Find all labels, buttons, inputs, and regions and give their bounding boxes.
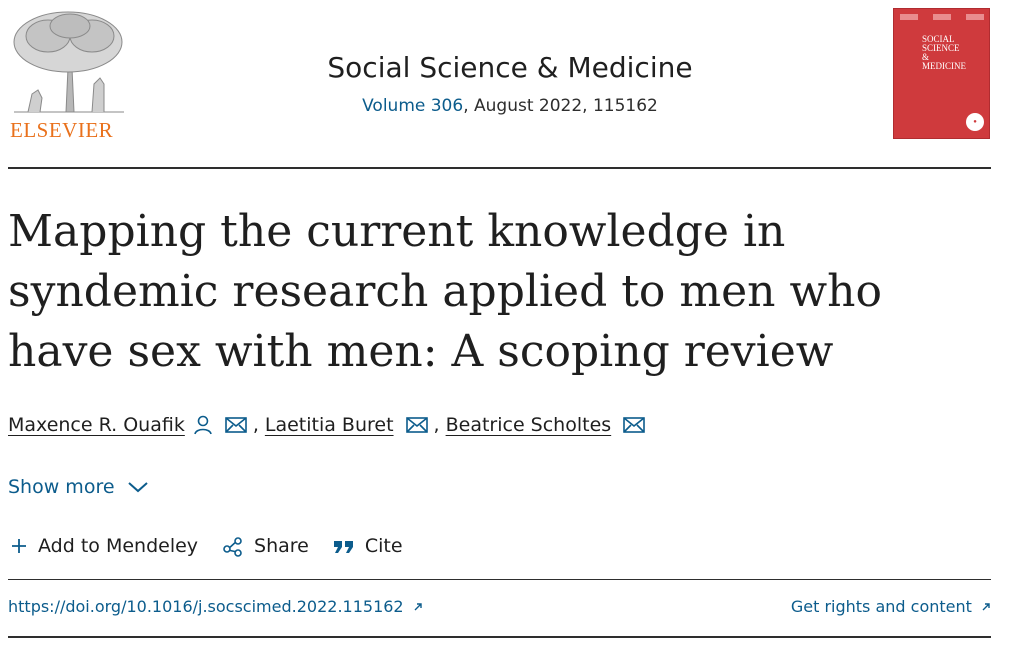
author-separator: ,	[252, 414, 259, 436]
email-icon[interactable]	[405, 417, 428, 433]
external-link-icon	[982, 603, 990, 611]
plus-icon	[12, 539, 26, 553]
header-divider	[8, 167, 991, 169]
author-name-1[interactable]: Maxence R. Ouafik	[8, 414, 185, 436]
rights-link[interactable]: Get rights and content	[791, 597, 991, 616]
cover-badge: ●	[966, 113, 984, 131]
cover-strip	[900, 14, 984, 22]
journal-header: ELSEVIER Social Science & Medicine Volum…	[0, 0, 1011, 168]
publisher-name: ELSEVIER	[10, 118, 114, 142]
doi-link[interactable]: https://doi.org/10.1016/j.socscimed.2022…	[8, 597, 423, 616]
volume-link[interactable]: Volume 306	[362, 96, 463, 116]
show-more-button[interactable]: Show more	[8, 476, 149, 498]
cite-button[interactable]: Cite	[333, 535, 403, 557]
bottom-divider	[8, 636, 991, 638]
doi-text: https://doi.org/10.1016/j.socscimed.2022…	[8, 597, 404, 616]
quote-icon	[333, 541, 353, 553]
person-icon[interactable]	[193, 415, 213, 435]
links-divider	[8, 579, 991, 580]
journal-cover-image[interactable]: SOCIAL SCIENCE & MEDICINE ●	[893, 8, 990, 139]
chevron-down-icon	[127, 482, 148, 493]
issue-details: , August 2022, 115162	[463, 96, 658, 116]
journal-info: Social Science & Medicine Volume 306, Au…	[250, 48, 770, 116]
elsevier-tree-icon	[13, 11, 124, 113]
elsevier-logo[interactable]: ELSEVIER	[8, 8, 130, 142]
article-title: Mapping the current knowledge in syndemi…	[8, 206, 882, 377]
share-button[interactable]: Share	[222, 535, 309, 557]
rights-text: Get rights and content	[790, 597, 972, 616]
show-more-label: Show more	[8, 476, 115, 498]
journal-title[interactable]: Social Science & Medicine	[250, 48, 770, 88]
author-name-2[interactable]: Laetitia Buret	[265, 414, 394, 436]
author-name-3[interactable]: Beatrice Scholtes	[446, 414, 612, 436]
mendeley-label: Add to Mendeley	[38, 535, 199, 557]
article-actions: Add to Mendeley Share Cite	[10, 535, 427, 557]
email-icon[interactable]	[225, 417, 247, 433]
author-separator: ,	[433, 414, 440, 436]
cite-label: Cite	[364, 535, 403, 557]
email-icon[interactable]	[623, 417, 645, 433]
share-icon	[223, 537, 242, 557]
issue-info: Volume 306, August 2022, 115162	[250, 96, 770, 116]
share-label: Share	[254, 535, 309, 557]
external-link-icon	[414, 603, 422, 611]
cover-title: SOCIAL SCIENCE & MEDICINE	[922, 34, 966, 71]
author-list: Maxence R. Ouafik , Laetitia Buret , Bea…	[8, 414, 645, 436]
add-to-mendeley-button[interactable]: Add to Mendeley	[10, 535, 198, 557]
